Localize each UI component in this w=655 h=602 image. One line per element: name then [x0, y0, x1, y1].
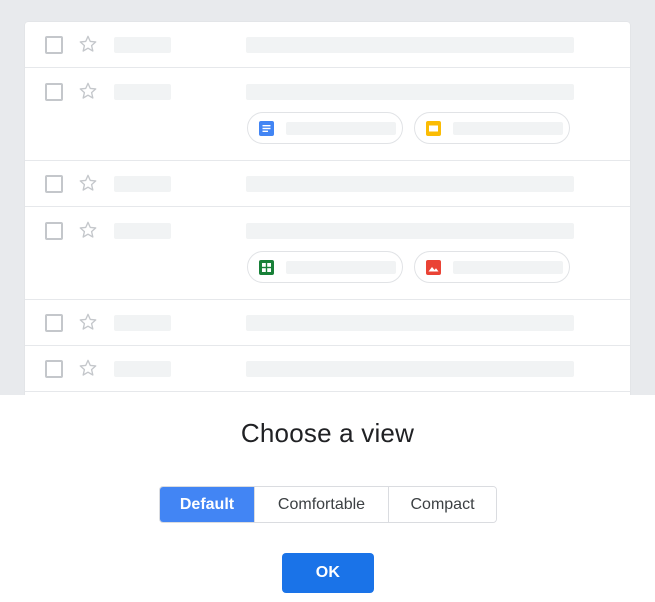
attachment-name-placeholder: [453, 122, 563, 135]
preview-row: [25, 300, 630, 346]
star-icon: [79, 221, 97, 238]
star-icon: [79, 82, 97, 99]
star-icon: [79, 35, 97, 52]
dialog-title: Choose a view: [240, 418, 415, 448]
attachment-chip: [247, 251, 403, 283]
view-option-comfortable[interactable]: Comfortable: [254, 487, 388, 522]
image-icon: [426, 260, 441, 275]
subject-placeholder: [246, 37, 574, 53]
view-option-compact[interactable]: Compact: [388, 487, 496, 522]
checkbox-icon: [45, 83, 63, 101]
preview-row: [25, 207, 630, 300]
subject-placeholder: [246, 361, 574, 377]
sheets-icon: [259, 260, 274, 275]
sender-placeholder: [114, 84, 171, 100]
preview-row: [25, 346, 630, 392]
checkbox-icon: [45, 314, 63, 332]
star-icon: [79, 359, 97, 376]
sender-placeholder: [114, 315, 171, 331]
view-option-default[interactable]: Default: [160, 487, 254, 522]
checkbox-icon: [45, 175, 63, 193]
sender-placeholder: [114, 361, 171, 377]
docs-icon: [259, 121, 274, 136]
attachment-name-placeholder: [286, 261, 396, 274]
sender-placeholder: [114, 223, 171, 239]
subject-placeholder: [246, 223, 574, 239]
checkbox-icon: [45, 36, 63, 54]
attachment-name-placeholder: [286, 122, 396, 135]
attachment-chip: [414, 251, 570, 283]
attachment-name-placeholder: [453, 261, 563, 274]
preview-row: [25, 22, 630, 68]
sender-placeholder: [114, 37, 171, 53]
attachment-chip: [414, 112, 570, 144]
preview-row: [25, 68, 630, 161]
ok-button[interactable]: OK: [282, 553, 374, 593]
preview-row: [25, 161, 630, 207]
subject-placeholder: [246, 315, 574, 331]
preview-message-list: [25, 22, 630, 395]
subject-placeholder: [246, 84, 574, 100]
attachment-chip: [247, 112, 403, 144]
subject-placeholder: [246, 176, 574, 192]
sender-placeholder: [114, 176, 171, 192]
view-preview: [0, 0, 655, 395]
star-icon: [79, 174, 97, 191]
checkbox-icon: [45, 222, 63, 240]
star-icon: [79, 313, 97, 330]
checkbox-icon: [45, 360, 63, 378]
view-density-selector: Default Comfortable Compact: [159, 486, 497, 523]
slides-icon: [426, 121, 441, 136]
